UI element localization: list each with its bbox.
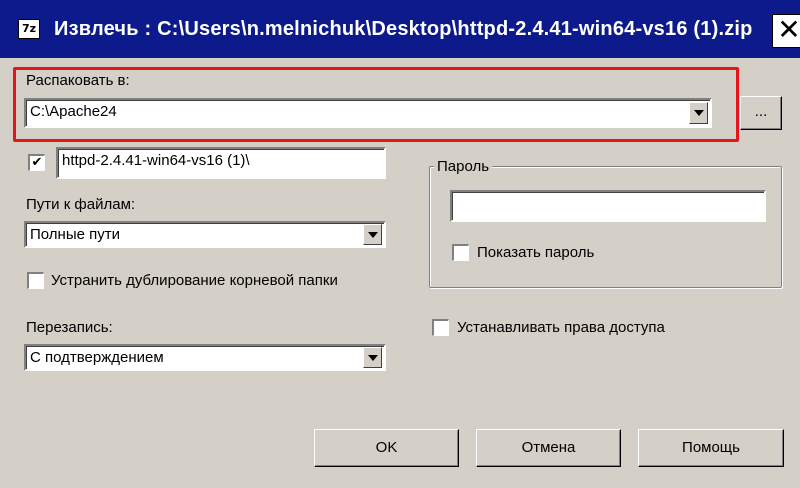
cancel-button[interactable]: Отмена bbox=[476, 429, 621, 467]
checkmark-icon: ✔ bbox=[31, 155, 43, 170]
show-password-checkbox[interactable] bbox=[452, 244, 469, 261]
password-group bbox=[429, 166, 782, 288]
set-security-checkbox[interactable] bbox=[432, 319, 449, 336]
paths-value: Полные пути bbox=[30, 226, 120, 243]
overwrite-value: С подтверждением bbox=[30, 349, 164, 366]
show-password-label: Показать пароль bbox=[477, 244, 595, 261]
help-button[interactable]: Помощь bbox=[638, 429, 784, 467]
subfolder-name-value: httpd-2.4.41-win64-vs16 (1)\ bbox=[62, 152, 250, 169]
window-title: Извлечь : C:\Users\n.melnichuk\Desktop\h… bbox=[54, 18, 753, 40]
paths-dropdown-button[interactable] bbox=[363, 224, 382, 245]
overwrite-dropdown-button[interactable] bbox=[363, 347, 382, 368]
overwrite-combobox[interactable]: С подтверждением bbox=[24, 344, 386, 371]
highlight-annotation bbox=[13, 67, 739, 142]
subfolder-name-input[interactable]: httpd-2.4.41-win64-vs16 (1)\ bbox=[56, 147, 386, 179]
set-security-label: Устанавливать права доступа bbox=[457, 319, 665, 336]
browse-button[interactable]: ... bbox=[740, 96, 782, 130]
paths-combobox[interactable]: Полные пути bbox=[24, 221, 386, 248]
close-button[interactable]: ✕ bbox=[772, 14, 800, 48]
extract-dialog: 7z Извлечь : C:\Users\n.melnichuk\Deskto… bbox=[0, 0, 800, 488]
7zip-app-icon: 7z bbox=[18, 19, 40, 39]
close-icon: ✕ bbox=[777, 13, 800, 46]
subfolder-checkbox[interactable]: ✔ bbox=[28, 154, 45, 171]
ok-button[interactable]: OK bbox=[314, 429, 459, 467]
password-group-label: Пароль bbox=[434, 158, 493, 175]
eliminate-duplication-checkbox[interactable] bbox=[27, 272, 44, 289]
paths-label: Пути к файлам: bbox=[26, 196, 136, 213]
overwrite-label: Перезапись: bbox=[26, 319, 113, 336]
password-input[interactable] bbox=[450, 190, 766, 222]
eliminate-duplication-label: Устранить дублирование корневой папки bbox=[51, 272, 338, 289]
title-bar[interactable]: 7z Извлечь : C:\Users\n.melnichuk\Deskto… bbox=[0, 0, 800, 58]
